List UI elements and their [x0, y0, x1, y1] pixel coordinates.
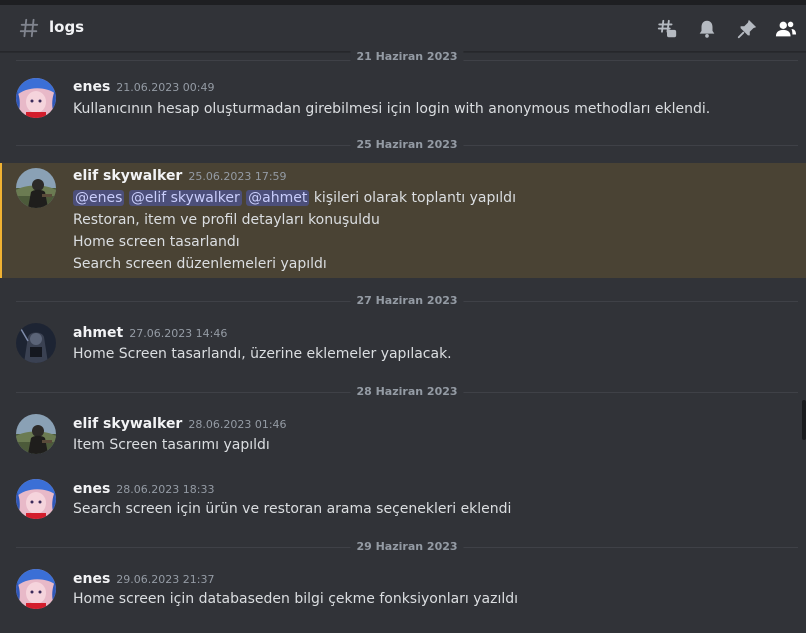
message-author[interactable]: enes 21.06.2023 00:49 [73, 79, 214, 95]
message-author[interactable]: ahmet 27.06.2023 14:46 [73, 325, 227, 341]
message-item: ahmet 27.06.2023 14:46 Home Screen tasarl… [0, 320, 806, 370]
avatar[interactable] [16, 414, 56, 454]
avatar[interactable] [16, 168, 56, 208]
message-text: Search screen için ürün ve restoran aram… [73, 501, 512, 517]
message-text: Home screen için databaseden bilgi çekme… [73, 591, 519, 607]
message-text: @enes @elif skywalker @ahmet kişileri ol… [73, 187, 516, 209]
date-divider-label: 28 Haziran 2023 [350, 386, 464, 398]
message-author[interactable]: elif skywalker 25.06.2023 17:59 [73, 168, 287, 184]
avatar[interactable] [16, 479, 56, 519]
threads-icon[interactable] [656, 18, 678, 40]
user-mention[interactable]: @ahmet [246, 190, 310, 206]
date-divider: 21 Haziran 2023 [16, 51, 798, 66]
message-item: enes 29.06.2023 21:37 Home screen için da… [0, 566, 806, 616]
members-icon[interactable] [775, 18, 797, 40]
date-divider: 28 Haziran 2023 [16, 386, 798, 398]
date-divider: 27 Haziran 2023 [16, 295, 798, 307]
date-divider-label: 21 Haziran 2023 [350, 51, 464, 63]
bell-icon[interactable] [696, 18, 718, 40]
avatar[interactable] [16, 569, 56, 609]
message-author[interactable]: enes 29.06.2023 21:37 [73, 571, 214, 587]
date-divider: 29 Haziran 2023 [16, 541, 798, 553]
message-text: Kullanıcının hesap oluşturmadan girebilm… [73, 101, 711, 117]
message-timestamp: 25.06.2023 17:59 [188, 170, 287, 183]
message-item: enes 28.06.2023 18:33 Search screen için … [0, 476, 806, 526]
channel-header: logs [0, 5, 806, 52]
message-text: Item Screen tasarımı yapıldı [73, 437, 270, 453]
message-text: Home screen tasarlandı [73, 234, 240, 250]
message-item-highlighted: elif skywalker 25.06.2023 17:59 @enes @el… [0, 163, 806, 278]
date-divider-label: 29 Haziran 2023 [350, 541, 464, 553]
message-item: enes 21.06.2023 00:49 Kullanıcının hesap … [0, 74, 806, 126]
message-text: Restoran, item ve profil detayları konuş… [73, 212, 380, 228]
channel-title: logs [49, 18, 85, 36]
message-text: Search screen düzenlemeleri yapıldı [73, 256, 327, 272]
message-timestamp: 21.06.2023 00:49 [116, 81, 215, 94]
message-item: elif skywalker 28.06.2023 01:46 Item Scre… [0, 411, 806, 461]
date-divider-label: 25 Haziran 2023 [350, 139, 464, 151]
scrollbar-thumb[interactable] [802, 400, 806, 440]
avatar[interactable] [16, 323, 56, 363]
message-timestamp: 27.06.2023 14:46 [129, 327, 228, 340]
user-mention[interactable]: @enes [73, 190, 125, 206]
message-timestamp: 29.06.2023 21:37 [116, 573, 215, 586]
avatar[interactable] [16, 78, 56, 118]
date-divider: 25 Haziran 2023 [16, 139, 798, 151]
message-author[interactable]: elif skywalker 28.06.2023 01:46 [73, 416, 287, 432]
message-text: Home Screen tasarlandı, üzerine eklemele… [73, 346, 452, 362]
hashtag-icon [19, 18, 39, 38]
message-author[interactable]: enes 28.06.2023 18:33 [73, 481, 214, 497]
message-text-suffix: kişileri olarak toplantı yapıldı [313, 190, 516, 206]
date-divider-label: 27 Haziran 2023 [350, 295, 464, 307]
user-mention[interactable]: @elif skywalker [128, 190, 242, 206]
pin-icon[interactable] [736, 18, 758, 40]
message-timestamp: 28.06.2023 01:46 [188, 418, 287, 431]
message-timestamp: 28.06.2023 18:33 [116, 483, 215, 496]
